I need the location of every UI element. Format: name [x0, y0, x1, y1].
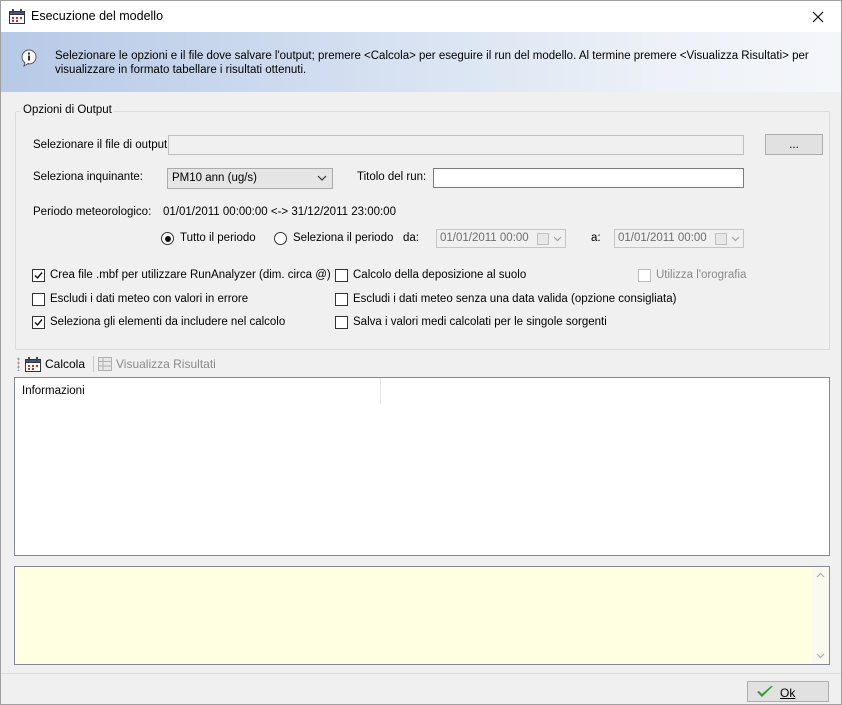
scroll-down-arrow-icon[interactable] [816, 653, 825, 659]
checkbox-orography-label: Utilizza l'orografia [656, 269, 747, 281]
calendar-app-icon [9, 9, 25, 24]
pollutant-select[interactable]: PM10 ann (ug/s) [167, 168, 333, 189]
speech-bubble-info-icon [21, 49, 37, 67]
met-period-value: 01/01/2011 00:00:00 <-> 31/12/2011 23:00… [163, 206, 396, 218]
to-label: a: [591, 232, 601, 244]
pollutant-value: PM10 ann (ug/s) [172, 172, 258, 184]
radio-all-period-label: Tutto il periodo [180, 232, 256, 244]
from-label: da: [403, 232, 419, 244]
checkbox-exclude-invalid-date-label: Escludi i dati meteo senza una data vali… [353, 293, 677, 305]
calcola-label: Calcola [45, 357, 86, 371]
calendar-icon [715, 233, 727, 245]
visualizza-risultati-button[interactable]: Visualizza Risultati [98, 355, 216, 373]
window-title: Esecuzione del modello [31, 9, 164, 23]
run-title-input[interactable] [433, 168, 744, 188]
close-button[interactable] [795, 1, 841, 32]
calendar-icon [537, 233, 549, 245]
checkbox-save-source-means[interactable] [335, 316, 348, 329]
checkbox-exclude-invalid-date[interactable] [335, 293, 348, 306]
scroll-up-arrow-icon[interactable] [816, 572, 825, 578]
chevron-down-icon [731, 236, 740, 242]
browse-label: ... [789, 138, 799, 151]
checkbox-select-elements-label: Seleziona gli elementi da includere nel … [50, 316, 286, 328]
radio-select-period[interactable] [274, 232, 287, 245]
table-icon [98, 357, 112, 371]
chevron-down-icon [553, 236, 562, 242]
chevron-down-icon [317, 175, 327, 181]
dialog-window: Esecuzione del modello Selezionare le op… [0, 0, 842, 705]
ok-button[interactable]: Ok [747, 681, 829, 702]
from-datetime-picker[interactable]: 01/01/2011 00:00 [436, 229, 566, 248]
pollutant-label: Seleziona inquinante: [33, 171, 143, 183]
footer-divider [1, 673, 841, 674]
notes-textarea[interactable] [14, 566, 830, 665]
output-options-legend: Opzioni di Output [21, 104, 114, 116]
from-value: 01/01/2011 00:00 [440, 232, 529, 244]
info-banner: Selezionare le opzioni e il file dove sa… [1, 32, 841, 92]
to-datetime-picker[interactable]: 01/01/2011 00:00 [614, 229, 744, 248]
checkmark-icon [757, 686, 773, 697]
checkbox-deposition-label: Calcolo della deposizione al suolo [353, 269, 527, 281]
met-period-label: Periodo meteorologico: [33, 206, 152, 218]
info-message: Selezionare le opzioni e il file dove sa… [55, 50, 809, 76]
checkbox-select-elements[interactable] [32, 316, 45, 329]
run-title-label: Titolo del run: [357, 171, 427, 183]
checkbox-exclude-errors-label: Escludi i dati meteo con valori in error… [50, 293, 249, 305]
checkbox-deposition[interactable] [335, 269, 348, 282]
browse-button[interactable]: ... [765, 134, 823, 155]
checkbox-create-mbf[interactable] [32, 269, 45, 282]
results-list[interactable]: Informazioni [14, 377, 830, 556]
checkbox-exclude-errors[interactable] [32, 293, 45, 306]
to-value: 01/01/2011 00:00 [618, 232, 707, 244]
output-file-field[interactable] [168, 135, 744, 155]
close-icon [812, 11, 824, 22]
ok-label: Ok [780, 686, 796, 700]
calendar-icon [25, 356, 41, 372]
radio-all-period[interactable] [161, 232, 174, 245]
vertical-scrollbar[interactable] [812, 567, 829, 664]
calcola-button[interactable]: Calcola [25, 355, 85, 373]
column-header-label: Informazioni [22, 385, 85, 397]
toolbar-grip[interactable] [17, 357, 20, 371]
radio-select-period-label: Seleziona il periodo [293, 232, 394, 244]
toolbar-separator [93, 356, 94, 372]
column-header-informazioni[interactable]: Informazioni [15, 378, 381, 404]
visualizza-risultati-label: Visualizza Risultati [116, 357, 216, 371]
title-bar: Esecuzione del modello [1, 1, 841, 32]
toolbar: Calcola Visualizza Risultati [15, 353, 830, 375]
checkmark-icon [34, 319, 43, 327]
checkmark-icon [34, 272, 43, 280]
checkbox-save-source-means-label: Salva i valori medi calcolati per le sin… [353, 316, 607, 328]
checkbox-orography[interactable] [638, 269, 651, 282]
output-file-label: Selezionare il file di output: [33, 139, 171, 151]
checkbox-create-mbf-label: Crea file .mbf per utilizzare RunAnalyze… [50, 269, 331, 281]
